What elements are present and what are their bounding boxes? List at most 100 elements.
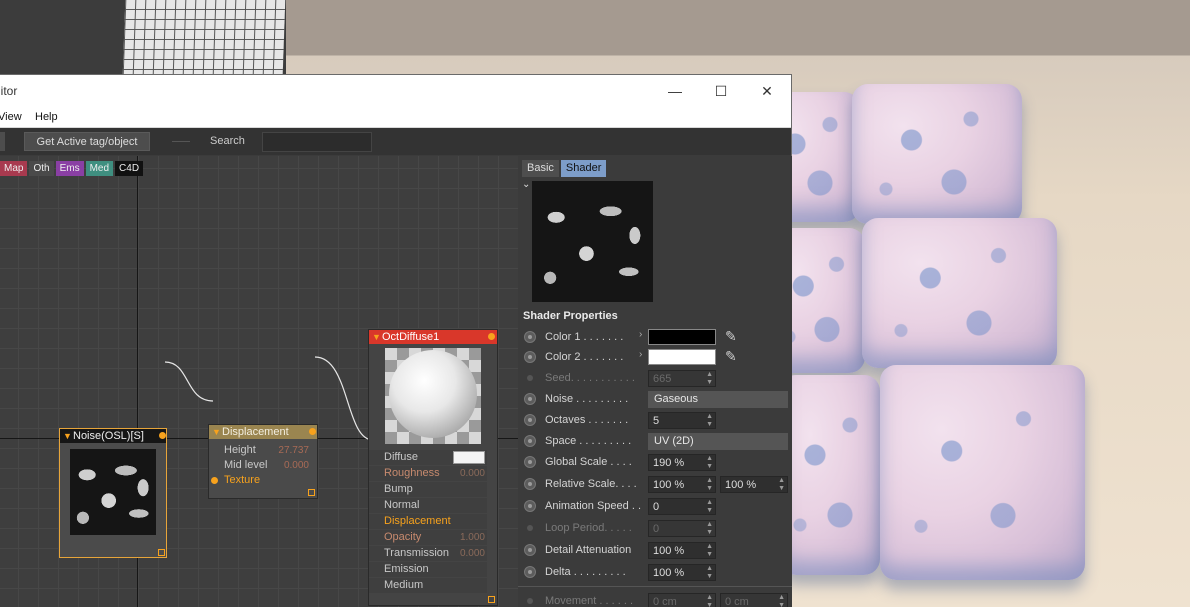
input-emission[interactable]: Emission xyxy=(369,562,487,577)
input-medium[interactable]: Medium xyxy=(369,578,487,593)
displacement-node[interactable]: ▼ Displacement Height 27.737 Mid level 0… xyxy=(208,424,318,499)
noise-texture-preview xyxy=(70,449,156,535)
chevron-right-icon[interactable]: › xyxy=(639,349,642,360)
animate-toggle[interactable] xyxy=(524,566,536,578)
seed-field[interactable]: 665 ▲ ▼ xyxy=(648,370,716,387)
octdiffuse-node[interactable]: ▼ OctDiffuse1 Diffuse Roughness 0.000 Bu… xyxy=(368,329,498,606)
collapse-triangle-icon[interactable]: ▼ xyxy=(372,330,381,344)
animate-toggle[interactable] xyxy=(524,478,536,490)
input-diffuse[interactable]: Diffuse xyxy=(369,450,487,465)
param-height[interactable]: Height 27.737 xyxy=(209,443,317,458)
menu-help[interactable]: Help xyxy=(35,111,58,123)
resize-handle-icon[interactable] xyxy=(158,549,165,556)
prop-color2: Color 2 . . . . . . . › ✎ xyxy=(518,348,792,367)
animate-toggle[interactable] xyxy=(524,435,536,447)
noise-osl-node[interactable]: ▼ Noise(OSL)[S] xyxy=(59,428,167,558)
node-editor-window: litor — ☐ ✕ View Help Get Active tag/obj… xyxy=(0,74,792,607)
rounded-cube-tile xyxy=(862,218,1057,368)
param-mid-level[interactable]: Mid level 0.000 xyxy=(209,458,317,473)
prop-color1: Color 1 . . . . . . . › ✎ xyxy=(518,328,792,347)
animate-toggle[interactable] xyxy=(527,598,533,604)
window-title: litor xyxy=(0,84,18,98)
space-dropdown[interactable]: UV (2D) xyxy=(648,433,788,450)
texture-input-port[interactable] xyxy=(211,477,218,484)
prop-movement: Movement . . . . . . 0 cm ▲ ▼ 0 cm ▲ ▼ xyxy=(518,592,792,607)
animate-toggle[interactable] xyxy=(527,525,533,531)
input-displacement[interactable]: Displacement xyxy=(369,514,487,529)
prop-noise: Noise . . . . . . . . . Gaseous xyxy=(518,390,792,409)
diffuse-color-swatch xyxy=(453,451,485,464)
output-port[interactable] xyxy=(488,333,495,340)
output-port[interactable] xyxy=(309,428,316,435)
input-normal[interactable]: Normal xyxy=(369,498,487,513)
animate-toggle[interactable] xyxy=(527,375,533,381)
prop-octaves: Octaves . . . . . . . 5 ▲ ▼ xyxy=(518,411,792,430)
input-bump[interactable]: Bump xyxy=(369,482,487,497)
resize-handle-icon[interactable] xyxy=(488,596,495,603)
animate-toggle[interactable] xyxy=(524,351,536,363)
material-preview xyxy=(385,348,481,444)
animate-toggle[interactable] xyxy=(524,500,536,512)
rounded-cube-tile xyxy=(780,375,880,575)
rounded-cube-tile xyxy=(852,84,1022,224)
collapse-triangle-icon[interactable]: ▼ xyxy=(63,429,72,443)
animation-speed-field[interactable]: 0 ▲ ▼ xyxy=(648,498,716,515)
prop-seed: Seed. . . . . . . . . . . 665 ▲ ▼ xyxy=(518,369,792,388)
preview-sphere xyxy=(389,350,477,438)
viewport-grid-mesh xyxy=(122,0,286,76)
loop-period-field[interactable]: 0 ▲ ▼ xyxy=(648,520,716,537)
rounded-cube-tile xyxy=(880,365,1085,580)
prop-detail-attenuation: Detail Attenuation 100 % ▲ ▼ xyxy=(518,541,792,560)
shader-attribute-panel: Basic Shader ⌄ Shader Properties Color 1… xyxy=(518,156,792,607)
tab-shader[interactable]: Shader xyxy=(560,160,607,177)
animate-toggle[interactable] xyxy=(524,393,536,405)
toolbar-separator xyxy=(172,141,190,142)
get-active-tag-button[interactable]: Get Active tag/object xyxy=(24,132,150,151)
node-title: OctDiffuse1 xyxy=(382,331,440,343)
color1-swatch[interactable] xyxy=(648,329,716,345)
node-title: Displacement xyxy=(222,426,289,438)
window-titlebar[interactable]: litor — ☐ ✕ xyxy=(0,75,791,107)
movement-x-field[interactable]: 0 cm ▲ ▼ xyxy=(648,593,716,607)
menu-bar: View Help xyxy=(0,107,791,128)
relative-scale-y-field[interactable]: 100 % ▲ ▼ xyxy=(720,476,788,493)
animate-toggle[interactable] xyxy=(524,414,536,426)
chevron-right-icon[interactable]: › xyxy=(639,329,642,340)
animate-toggle[interactable] xyxy=(524,456,536,468)
prop-relative-scale: Relative Scale. . . . 100 % ▲ ▼ 100 % ▲ ▼ xyxy=(518,475,792,494)
prop-loop-period: Loop Period. . . . . 0 ▲ ▼ xyxy=(518,519,792,538)
global-scale-field[interactable]: 190 % ▲ ▼ xyxy=(648,454,716,471)
eyedropper-icon[interactable]: ✎ xyxy=(725,328,737,345)
noise-type-dropdown[interactable]: Gaseous xyxy=(648,391,788,408)
input-transmission[interactable]: Transmission 0.000 xyxy=(369,546,487,561)
prop-delta: Delta . . . . . . . . . 100 % ▲ ▼ xyxy=(518,563,792,582)
eyedropper-icon[interactable]: ✎ xyxy=(725,348,737,365)
collapse-triangle-icon[interactable]: ▼ xyxy=(212,425,221,439)
minimize-button[interactable]: — xyxy=(652,75,698,107)
menu-view[interactable]: View xyxy=(0,111,22,123)
chevron-down-icon[interactable]: ⌄ xyxy=(522,179,530,190)
delta-field[interactable]: 100 % ▲ ▼ xyxy=(648,564,716,581)
param-texture[interactable]: Texture xyxy=(209,473,317,488)
detail-attenuation-field[interactable]: 100 % ▲ ▼ xyxy=(648,542,716,559)
wire-displacement-to-octdiffuse xyxy=(314,356,374,441)
search-input[interactable] xyxy=(262,132,372,152)
output-port[interactable] xyxy=(159,432,166,439)
wire-noise-to-texture xyxy=(164,361,214,402)
animate-toggle[interactable] xyxy=(524,544,536,556)
octaves-field[interactable]: 5 ▲ ▼ xyxy=(648,412,716,429)
toolbar-button-partial[interactable] xyxy=(0,132,5,151)
color2-swatch[interactable] xyxy=(648,349,716,365)
input-opacity[interactable]: Opacity 1.000 xyxy=(369,530,487,545)
node-graph-canvas[interactable]: Map Oth Ems Med C4D ▼ Noise(OSL)[S] ▼ Di… xyxy=(0,156,518,607)
movement-y-field[interactable]: 0 cm ▲ ▼ xyxy=(720,593,788,607)
maximize-button[interactable]: ☐ xyxy=(698,75,744,107)
input-roughness[interactable]: Roughness 0.000 xyxy=(369,466,487,481)
close-button[interactable]: ✕ xyxy=(744,75,790,107)
prop-space: Space . . . . . . . . . UV (2D) xyxy=(518,432,792,451)
toolbar: Get Active tag/object Search xyxy=(0,128,791,155)
resize-handle-icon[interactable] xyxy=(308,489,315,496)
animate-toggle[interactable] xyxy=(524,331,536,343)
relative-scale-x-field[interactable]: 100 % ▲ ▼ xyxy=(648,476,716,493)
tab-basic[interactable]: Basic xyxy=(522,160,559,177)
